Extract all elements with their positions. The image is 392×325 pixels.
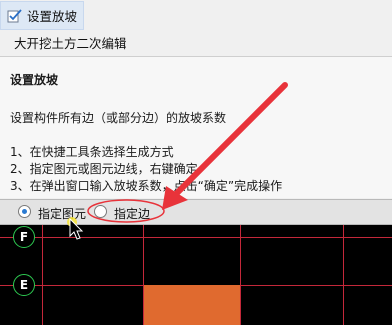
tooltip-step: 2、指定图元或图元边线，右键确定: [10, 162, 198, 176]
specify-edge-radio[interactable]: [94, 205, 107, 218]
drawing-canvas[interactable]: F E: [0, 225, 392, 325]
set-slope-menu-item[interactable]: 设置放坡: [0, 1, 84, 30]
specify-edge-label[interactable]: 指定边: [114, 205, 150, 222]
grid-line: [240, 225, 241, 325]
option-toolbar: 指定图元 指定边: [0, 199, 392, 225]
slab-element[interactable]: [144, 285, 240, 325]
specify-element-label[interactable]: 指定图元: [38, 205, 86, 222]
axis-marker-f: F: [13, 226, 35, 248]
tooltip-panel: 设置放坡 设置构件所有边（或部分边）的放坡系数 1、在快捷工具条选择生成方式 2…: [0, 56, 392, 198]
grid-line: [343, 225, 344, 325]
tooltip-title: 设置放坡: [10, 73, 59, 87]
tooltip-step: 3、在弹出窗口输入放坡系数，点击“确定”完成操作: [10, 179, 283, 193]
edit-check-icon: [7, 8, 22, 22]
earthwork-edit-label: 大开挖土方二次编辑: [14, 35, 127, 51]
specify-element-radio[interactable]: [18, 205, 31, 218]
grid-line: [42, 225, 43, 325]
grid-line: [0, 237, 392, 238]
set-slope-label: 设置放坡: [27, 9, 78, 24]
tooltip-step: 1、在快捷工具条选择生成方式: [10, 145, 174, 159]
tooltip-description: 设置构件所有边（或部分边）的放坡系数: [10, 111, 227, 125]
earthwork-edit-menu-item[interactable]: 大开挖土方二次编辑: [14, 32, 127, 52]
axis-marker-e: E: [13, 274, 35, 296]
